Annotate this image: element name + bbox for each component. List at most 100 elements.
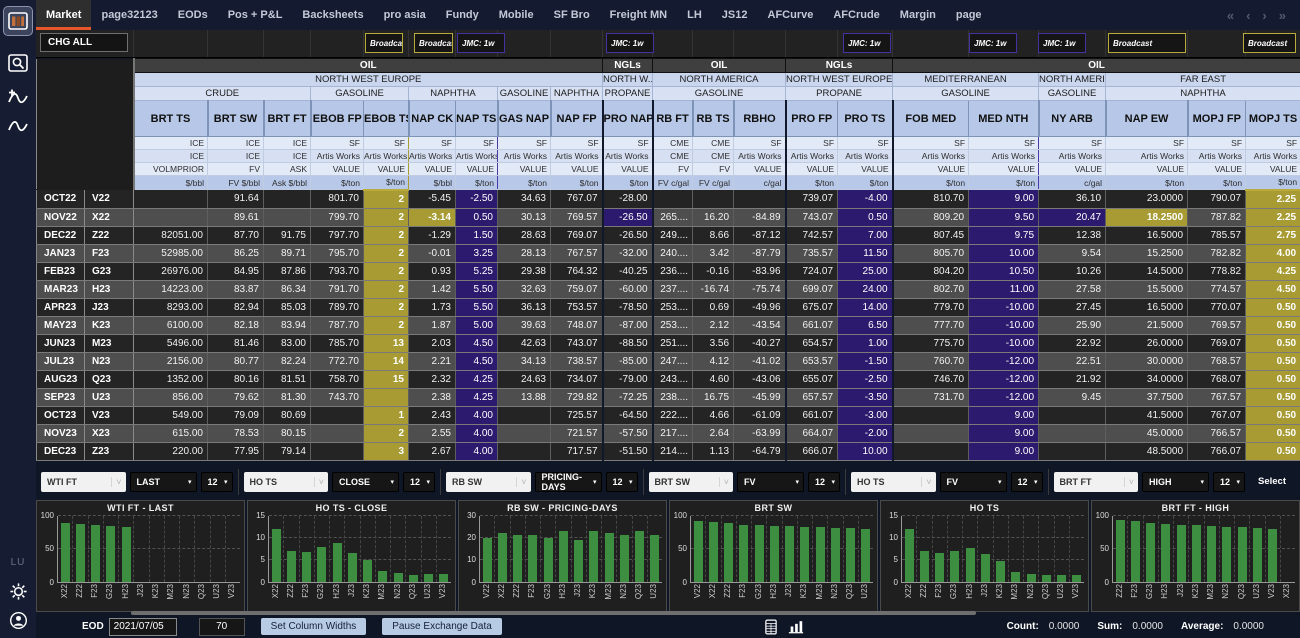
chart-field-select[interactable]: CLOSE▾ — [332, 472, 399, 492]
table-cell[interactable] — [134, 190, 208, 209]
table-cell[interactable]: 21.92 — [1039, 370, 1106, 388]
jmc-button[interactable]: JMC: 1w — [457, 33, 505, 53]
table-cell[interactable]: 3.42 — [693, 244, 734, 262]
nav-tab-backsheets[interactable]: Backsheets — [292, 0, 373, 30]
table-cell[interactable]: 766.07 — [1188, 442, 1246, 460]
table-cell[interactable]: -61.09 — [734, 406, 786, 424]
table-cell[interactable]: 799.70 — [311, 208, 364, 226]
table-cell[interactable]: 77.95 — [208, 442, 264, 460]
table-cell[interactable]: 1352.00 — [134, 370, 208, 388]
table-cell[interactable]: -49.96 — [734, 298, 786, 316]
table-cell[interactable]: 10.26 — [1039, 262, 1106, 280]
table-cell[interactable]: 27.58 — [1039, 280, 1106, 298]
table-cell[interactable]: 82051.00 — [134, 226, 208, 244]
chart-period-select[interactable]: 12▾ — [403, 472, 435, 492]
table-cell[interactable]: 758.70 — [311, 370, 364, 388]
table-cell[interactable]: 217.... — [653, 424, 693, 442]
table-cell[interactable]: 2 — [364, 190, 409, 209]
table-cell[interactable]: 4.50 — [456, 334, 498, 352]
table-cell[interactable]: 1 — [364, 406, 409, 424]
table-cell[interactable]: 759.07 — [551, 280, 603, 298]
table-cell[interactable]: 2.25 — [1246, 190, 1300, 209]
chart-field-select[interactable]: PRICING-DAYS▾ — [535, 472, 602, 492]
table-cell[interactable] — [653, 190, 693, 209]
sidebar-item-settings[interactable] — [9, 582, 28, 601]
table-cell[interactable]: 86.34 — [264, 280, 311, 298]
table-cell[interactable]: 24.63 — [498, 370, 551, 388]
table-cell[interactable]: 238.... — [653, 388, 693, 406]
table-cell[interactable]: 768.07 — [1188, 370, 1246, 388]
table-cell[interactable]: 87.86 — [264, 262, 311, 280]
table-cell[interactable]: -3.14 — [409, 208, 456, 226]
broadcast-button[interactable]: Broadcast — [1243, 33, 1296, 53]
nav-tab-mobile[interactable]: Mobile — [489, 0, 544, 30]
table-cell[interactable]: 16.75 — [693, 388, 734, 406]
table-cell[interactable] — [1039, 442, 1106, 460]
table-cell[interactable]: 2.75 — [1246, 226, 1300, 244]
table-cell[interactable]: 4.25 — [1246, 262, 1300, 280]
table-cell[interactable]: 13 — [364, 334, 409, 352]
table-cell[interactable]: -1.50 — [838, 352, 893, 370]
table-cell[interactable] — [1039, 424, 1106, 442]
table-cell[interactable]: 774.57 — [1188, 280, 1246, 298]
table-cell[interactable] — [498, 406, 551, 424]
table-cell[interactable]: 809.20 — [893, 208, 969, 226]
table-cell[interactable]: 655.07 — [786, 370, 838, 388]
nav-tab-js12[interactable]: JS12 — [712, 0, 758, 30]
table-cell[interactable]: 769.07 — [1188, 334, 1246, 352]
table-cell[interactable]: 4.50 — [1246, 280, 1300, 298]
pager-prev-icon[interactable]: ‹ — [1246, 8, 1250, 23]
table-cell[interactable]: 80.15 — [264, 424, 311, 442]
table-cell[interactable]: 37.7500 — [1106, 388, 1188, 406]
table-cell[interactable]: 790.07 — [1188, 190, 1246, 209]
table-cell[interactable]: 777.70 — [893, 316, 969, 334]
table-cell[interactable]: 748.07 — [551, 316, 603, 334]
table-cell[interactable]: 24.00 — [838, 280, 893, 298]
table-cell[interactable]: 725.57 — [551, 406, 603, 424]
table-cell[interactable]: 795.70 — [311, 244, 364, 262]
table-cell[interactable]: -63.99 — [734, 424, 786, 442]
table-cell[interactable]: 775.70 — [893, 334, 969, 352]
table-cell[interactable]: 16.5000 — [1106, 298, 1188, 316]
table-cell[interactable]: 4.00 — [456, 442, 498, 460]
table-cell[interactable]: 89.71 — [264, 244, 311, 262]
table-cell[interactable]: 220.00 — [134, 442, 208, 460]
table-cell[interactable]: 769.07 — [551, 226, 603, 244]
table-cell[interactable]: 83.87 — [208, 280, 264, 298]
table-cell[interactable]: 23.0000 — [1106, 190, 1188, 209]
table-cell[interactable]: 79.09 — [208, 406, 264, 424]
table-cell[interactable]: 738.57 — [551, 352, 603, 370]
table-cell[interactable]: 2 — [364, 226, 409, 244]
sidebar-item-add-curve[interactable] — [7, 88, 29, 108]
table-cell[interactable]: 15.2500 — [1106, 244, 1188, 262]
table-cell[interactable]: 32.63 — [498, 280, 551, 298]
table-cell[interactable]: 760.70 — [893, 352, 969, 370]
chart-field-select[interactable]: FV▾ — [737, 472, 804, 492]
table-cell[interactable]: 717.57 — [551, 442, 603, 460]
table-cell[interactable]: -0.16 — [693, 262, 734, 280]
table-cell[interactable]: 782.82 — [1188, 244, 1246, 262]
table-cell[interactable]: 41.5000 — [1106, 406, 1188, 424]
table-cell[interactable]: 734.07 — [551, 370, 603, 388]
table-cell[interactable]: 6100.00 — [134, 316, 208, 334]
table-cell[interactable]: 26.0000 — [1106, 334, 1188, 352]
table-cell[interactable]: -40.25 — [603, 262, 653, 280]
table-cell[interactable]: 767.07 — [1188, 406, 1246, 424]
table-cell[interactable]: 79.14 — [264, 442, 311, 460]
nav-tab-sf-bro[interactable]: SF Bro — [544, 0, 600, 30]
table-cell[interactable]: 0.50 — [1246, 298, 1300, 316]
table-cell[interactable]: 1.42 — [409, 280, 456, 298]
table-cell[interactable]: 36.13 — [498, 298, 551, 316]
eod-date-input[interactable]: 2021/07/05 — [109, 618, 177, 636]
pager-next-icon[interactable]: › — [1262, 8, 1266, 23]
table-cell[interactable]: 4.00 — [456, 406, 498, 424]
table-cell[interactable]: 16.5000 — [1106, 226, 1188, 244]
table-cell[interactable]: 2 — [364, 208, 409, 226]
jmc-button[interactable]: JMC: 1w — [1038, 33, 1086, 53]
table-cell[interactable]: 240.... — [653, 244, 693, 262]
table-cell[interactable] — [264, 190, 311, 209]
table-cell[interactable]: 12.38 — [1039, 226, 1106, 244]
table-cell[interactable]: 805.70 — [893, 244, 969, 262]
table-cell[interactable]: -51.50 — [603, 442, 653, 460]
jmc-button[interactable]: JMC: 1w — [843, 33, 891, 53]
